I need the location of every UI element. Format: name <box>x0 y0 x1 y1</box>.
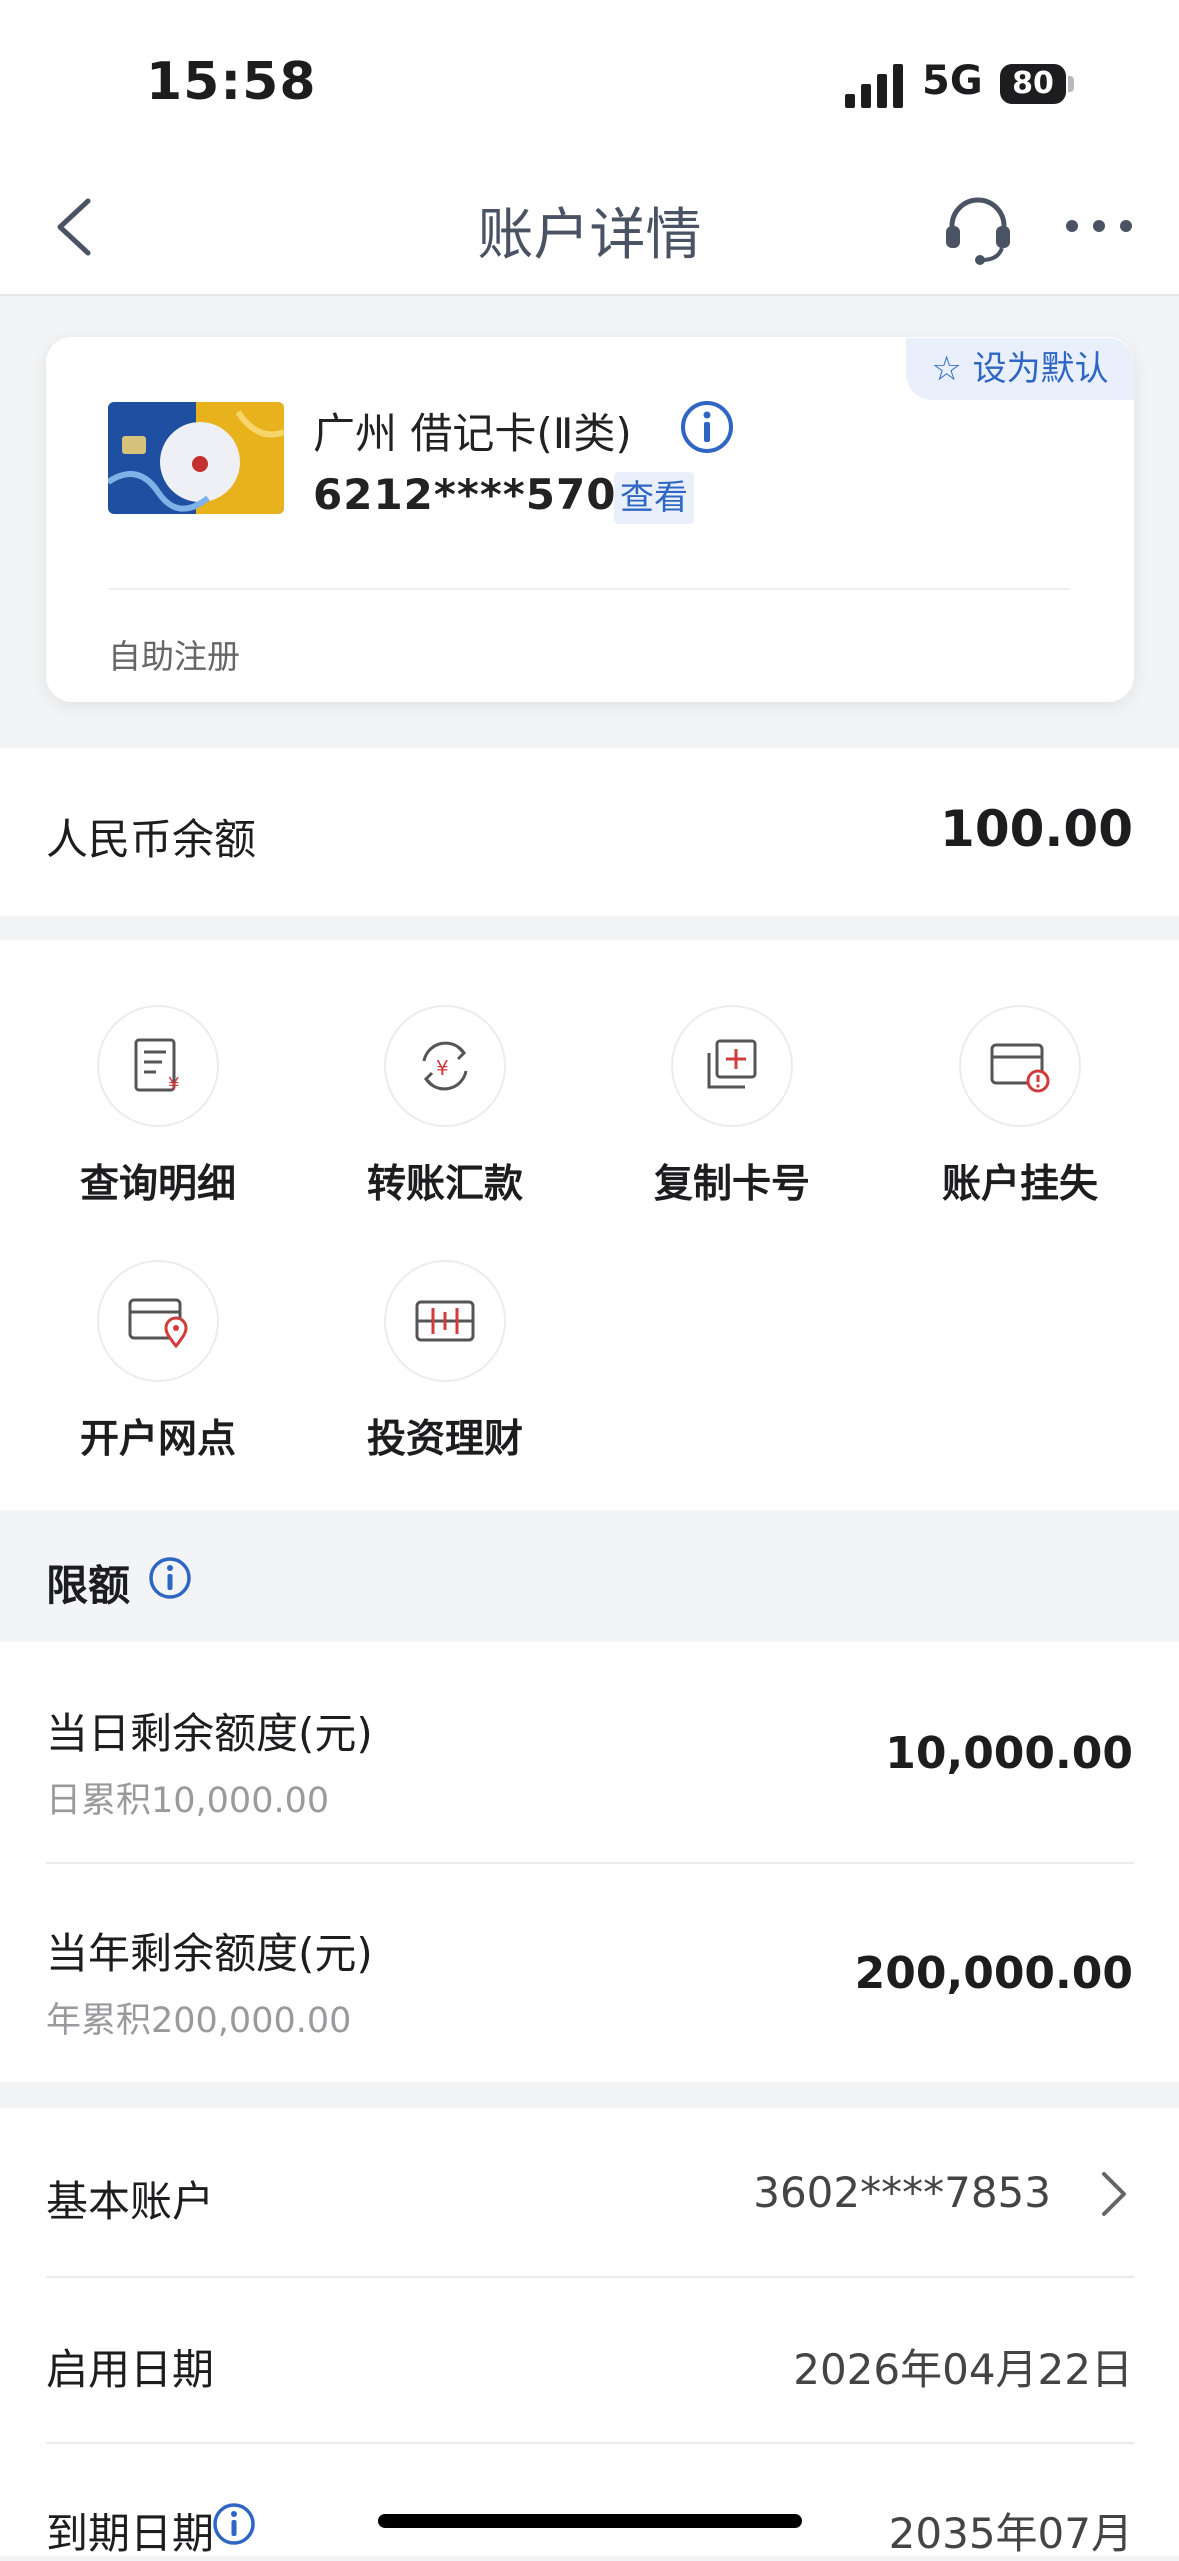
copy-card-icon <box>671 1005 793 1127</box>
action-investment[interactable]: 投资理财 <box>335 1260 555 1480</box>
network-label: 5G <box>922 58 983 104</box>
svg-text:¥: ¥ <box>436 1056 449 1080</box>
divider <box>46 2276 1134 2278</box>
info-icon[interactable] <box>148 1556 192 1600</box>
basic-account-label: 基本账户 <box>46 2177 215 2226</box>
status-time: 15:58 <box>146 52 317 112</box>
investment-icon <box>384 1260 506 1382</box>
home-indicator <box>378 2514 802 2528</box>
action-statement[interactable]: ¥ 查询明细 <box>48 1005 268 1225</box>
action-branch[interactable]: 开户网点 <box>48 1260 268 1480</box>
set-default-label: 设为默认 <box>972 349 1109 389</box>
expiry-date-label: 到期日期 <box>46 2509 215 2558</box>
set-default-button[interactable]: ☆ 设为默认 <box>906 338 1134 400</box>
battery-icon: 80 <box>1000 64 1066 104</box>
balance-label: 人民币余额 <box>46 815 257 864</box>
activation-date-label: 启用日期 <box>46 2345 215 2394</box>
more-icon[interactable] <box>1064 204 1134 248</box>
action-report-loss[interactable]: 账户挂失 <box>910 1005 1130 1225</box>
daily-limit-value: 10,000.00 <box>885 1728 1133 1779</box>
daily-limit-label: 当日剩余额度(元) <box>46 1709 373 1758</box>
bank-card-image <box>108 402 284 514</box>
branch-location-icon <box>97 1260 219 1382</box>
statement-icon: ¥ <box>97 1005 219 1127</box>
yearly-limit-accumulated: 年累积200,000.00 <box>46 2001 352 2041</box>
yearly-limit-label: 当年剩余额度(元) <box>46 1929 373 1978</box>
limits-title: 限额 <box>46 1561 131 1610</box>
balance-value: 100.00 <box>940 800 1133 858</box>
card-name: 广州 借记卡(Ⅱ类) <box>313 409 632 458</box>
card-registration-note: 自助注册 <box>108 637 240 676</box>
chevron-right-icon[interactable] <box>1100 2170 1128 2218</box>
expiry-date-value: 2035年07月 <box>888 2509 1133 2558</box>
view-card-number-button[interactable]: 查看 <box>614 472 694 524</box>
action-label: 开户网点 <box>79 1417 236 1462</box>
divider <box>46 2442 1134 2444</box>
info-icon[interactable] <box>680 400 734 454</box>
action-label: 转账汇款 <box>366 1162 523 1207</box>
divider <box>46 1862 1134 1864</box>
battery-tip <box>1068 76 1074 92</box>
card-number: 6212****5708 <box>313 470 647 519</box>
svg-text:¥: ¥ <box>168 1074 179 1095</box>
divider <box>108 588 1070 590</box>
action-label: 复制卡号 <box>653 1162 810 1207</box>
customer-service-icon[interactable] <box>938 188 1018 268</box>
action-copy-card[interactable]: 复制卡号 <box>622 1005 842 1225</box>
info-icon[interactable] <box>212 2502 256 2546</box>
report-loss-icon <box>959 1005 1081 1127</box>
action-label: 查询明细 <box>79 1162 236 1207</box>
yearly-limit-value: 200,000.00 <box>854 1948 1133 1999</box>
transfer-icon: ¥ <box>384 1005 506 1127</box>
action-label: 账户挂失 <box>941 1162 1098 1207</box>
action-label: 投资理财 <box>366 1417 523 1462</box>
activation-date-value: 2026年04月22日 <box>793 2345 1133 2394</box>
basic-account-value: 3602****7853 <box>753 2168 1051 2217</box>
daily-limit-accumulated: 日累积10,000.00 <box>46 1781 330 1821</box>
signal-icon <box>845 64 903 108</box>
action-transfer[interactable]: ¥ 转账汇款 <box>335 1005 555 1225</box>
star-icon: ☆ <box>931 349 962 389</box>
